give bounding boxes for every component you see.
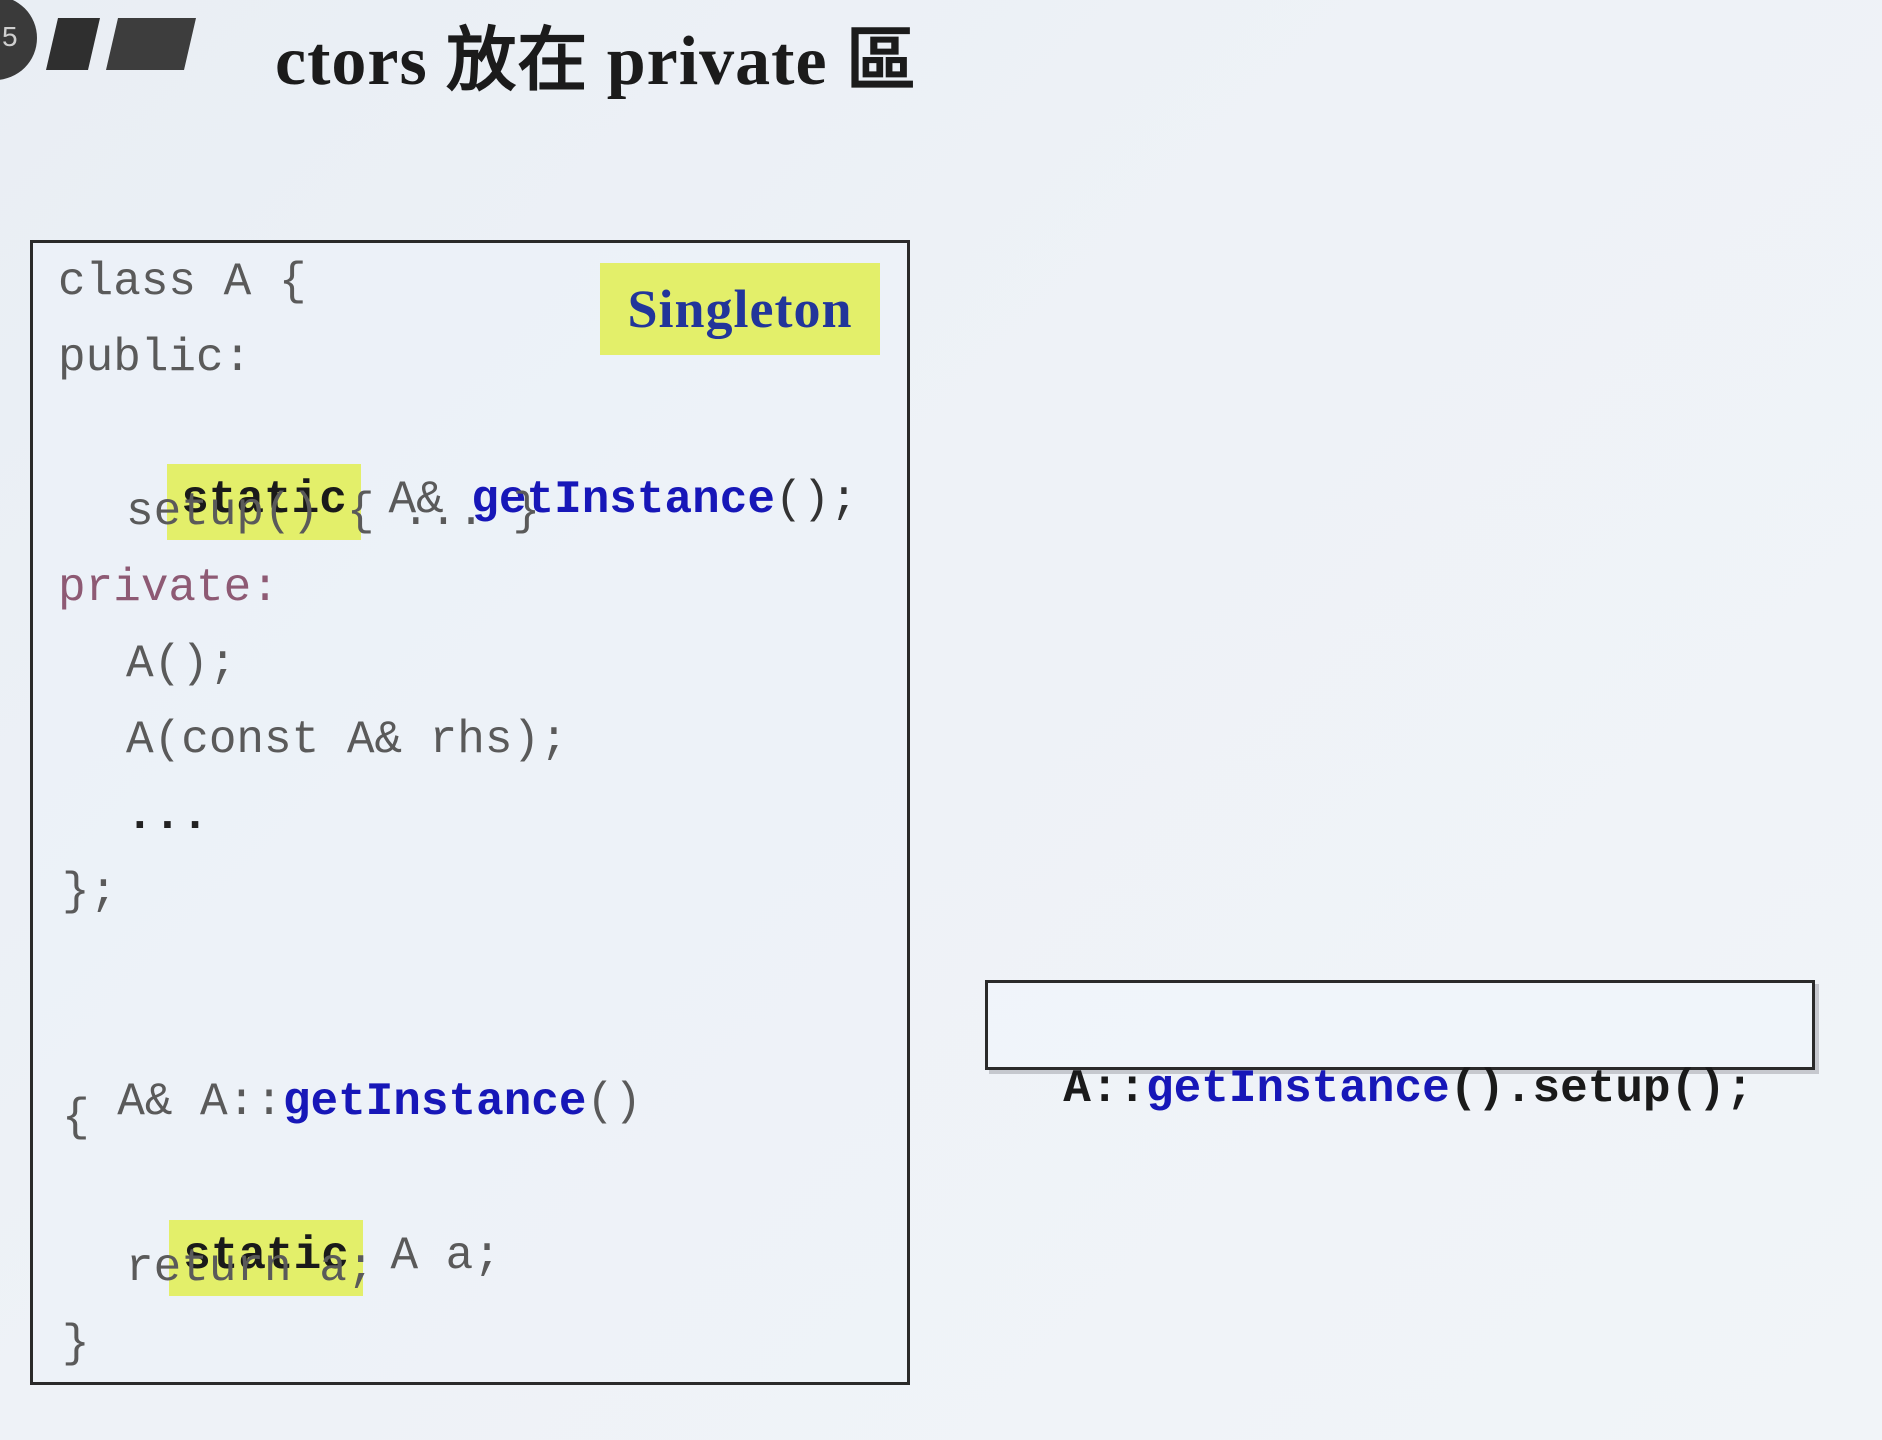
def-return-and-scope: A& A:: <box>117 1076 283 1128</box>
call-prefix: A:: <box>1063 1063 1147 1115</box>
call-example-code: A::getInstance().setup(); <box>1008 993 1753 1121</box>
code-line-setup: setup() { ... } <box>126 486 541 538</box>
code-line-brace-open: { <box>62 1092 90 1144</box>
code-line-getinstance-def: A& A::getInstance() <box>62 1006 642 1128</box>
code-line-ellipsis: ... <box>126 790 209 842</box>
code-line-brace-close: } <box>62 1318 90 1370</box>
code-line-public: public: <box>58 332 252 384</box>
call-suffix: ().setup(); <box>1449 1063 1754 1115</box>
slide-page-number: 5 <box>2 21 18 52</box>
code-line-static-getinstance: static A& getInstance(); <box>112 404 858 540</box>
code-line-class-open: class A { <box>58 256 307 308</box>
slide-title: ctors 放在 private 區 <box>275 23 918 100</box>
singleton-badge: Singleton <box>600 263 880 355</box>
def-parens: () <box>586 1076 642 1128</box>
call-getinstance-name: getInstance <box>1146 1063 1450 1115</box>
code-line-static-local: static A a; <box>114 1160 501 1296</box>
static-local-decl: A a; <box>362 1230 501 1282</box>
slide-ornament-icon: 5 <box>0 0 196 80</box>
code-line-copy-ctor: A(const A& rhs); <box>126 714 568 766</box>
code-line-private: private: <box>58 562 279 614</box>
code-line-return: return a; <box>126 1242 375 1294</box>
decl-parens: (); <box>774 474 858 526</box>
getinstance-def-name: getInstance <box>282 1076 587 1128</box>
code-line-default-ctor: A(); <box>126 638 237 690</box>
code-line-class-close: }; <box>62 866 118 918</box>
